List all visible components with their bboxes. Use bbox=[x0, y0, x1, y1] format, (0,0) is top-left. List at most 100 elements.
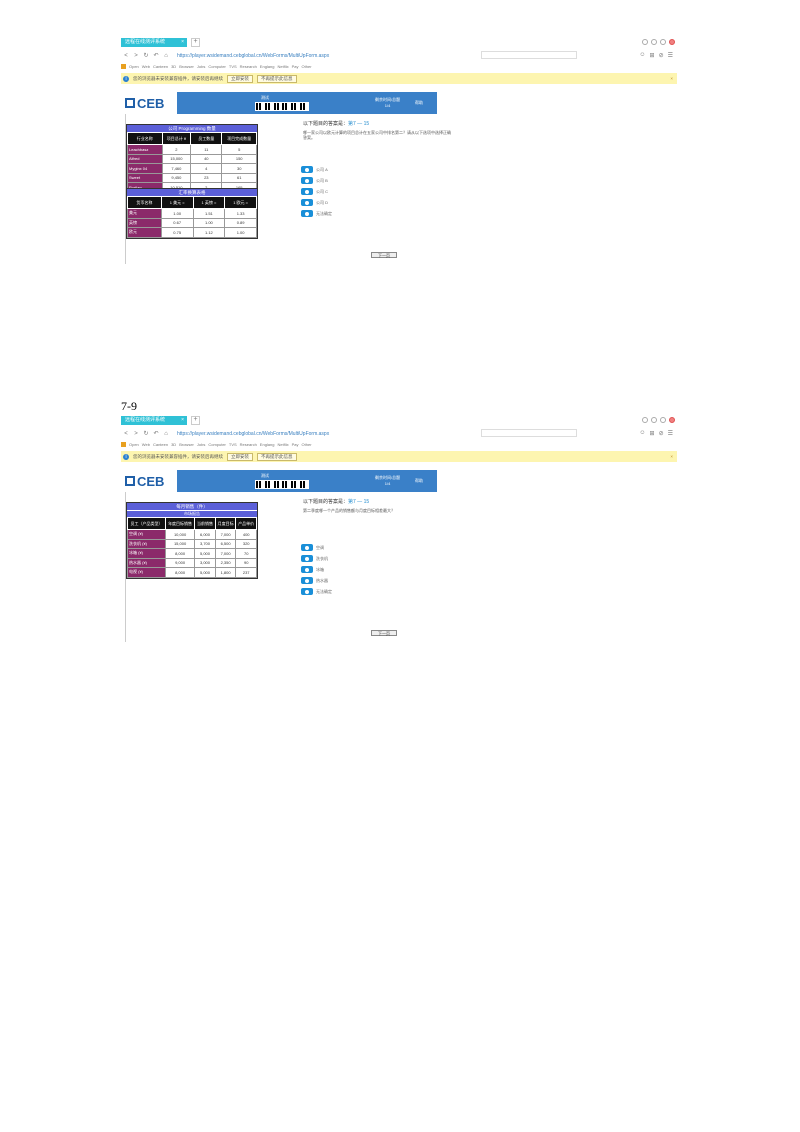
bookmark-item[interactable]: Englang bbox=[260, 442, 275, 447]
close-icon[interactable]: × bbox=[181, 416, 184, 425]
user-icon[interactable]: ☺ bbox=[639, 430, 645, 437]
bookmark-item[interactable]: Netflix bbox=[277, 64, 288, 69]
close-window-icon[interactable] bbox=[669, 39, 675, 45]
install-button[interactable]: 立即安装 bbox=[227, 452, 253, 461]
bookmark-item[interactable]: Englang bbox=[260, 64, 275, 69]
toolbar-icons: ☺ ⊞ ⊘ ☰ bbox=[639, 52, 677, 59]
menu-icon[interactable]: ☰ bbox=[668, 52, 673, 59]
radio-icon[interactable] bbox=[301, 577, 313, 584]
restore-icon[interactable] bbox=[651, 39, 657, 45]
help-link[interactable]: 帮助 bbox=[415, 478, 423, 484]
maximize-icon[interactable] bbox=[660, 417, 666, 423]
refresh-icon[interactable]: ↻ bbox=[141, 430, 151, 437]
next-button[interactable]: 下一页 bbox=[371, 630, 397, 636]
bookmark-item[interactable]: Research bbox=[240, 442, 257, 447]
radio-icon[interactable] bbox=[301, 210, 313, 217]
address-bar[interactable]: https://player.wsidemand.cebglobal.cn/We… bbox=[177, 53, 329, 59]
close-icon[interactable]: × bbox=[670, 454, 677, 459]
bookmark-item[interactable]: Browser bbox=[179, 442, 194, 447]
bookmark-item[interactable]: Open bbox=[129, 64, 139, 69]
forward-icon[interactable]: > bbox=[131, 431, 141, 437]
radio-icon[interactable] bbox=[301, 166, 313, 173]
radio-icon[interactable] bbox=[301, 544, 313, 551]
block-icon[interactable]: ⊘ bbox=[659, 430, 664, 437]
install-button[interactable]: 立即安装 bbox=[227, 74, 253, 83]
table-cell: 9,450 bbox=[161, 172, 192, 183]
bookmark-item[interactable]: 3D bbox=[171, 442, 176, 447]
answer-option[interactable]: 公司 D bbox=[301, 197, 332, 208]
dismiss-button[interactable]: 不再提示此信息 bbox=[257, 452, 297, 461]
bookmark-item[interactable]: Netflix bbox=[277, 442, 288, 447]
search-input[interactable] bbox=[481, 51, 577, 59]
back-icon[interactable]: < bbox=[121, 431, 131, 437]
forward-icon[interactable]: > bbox=[131, 53, 141, 59]
bookmark-item[interactable]: TVS bbox=[229, 442, 237, 447]
answer-option[interactable]: 冰箱 bbox=[301, 564, 332, 575]
user-icon[interactable]: ☺ bbox=[639, 52, 645, 59]
menu-icon[interactable]: ☰ bbox=[668, 430, 673, 437]
minimize-icon[interactable] bbox=[642, 39, 648, 45]
grid-icon[interactable]: ⊞ bbox=[650, 430, 655, 437]
new-tab-icon[interactable]: + bbox=[191, 38, 200, 47]
maximize-icon[interactable] bbox=[660, 39, 666, 45]
minimize-icon[interactable] bbox=[642, 417, 648, 423]
dismiss-button[interactable]: 不再提示此信息 bbox=[257, 74, 297, 83]
answer-option[interactable]: 无法确定 bbox=[301, 208, 332, 219]
table-cell: 3,000 bbox=[194, 557, 216, 568]
back-icon[interactable]: < bbox=[121, 53, 131, 59]
answer-option[interactable]: 热水器 bbox=[301, 575, 332, 586]
search-input[interactable] bbox=[481, 429, 577, 437]
column-header: 1 英镑 = bbox=[192, 196, 226, 209]
tab-bar: 远程在线测评系统 × + bbox=[121, 414, 677, 426]
answer-option[interactable]: 公司 C bbox=[301, 186, 332, 197]
bookmark-item[interactable]: Other bbox=[302, 442, 312, 447]
column-header: 项目总计 ¥ bbox=[161, 132, 192, 145]
bookmark-item[interactable]: Web bbox=[142, 442, 150, 447]
restore-icon[interactable] bbox=[651, 417, 657, 423]
radio-icon[interactable] bbox=[301, 555, 313, 562]
close-window-icon[interactable] bbox=[669, 417, 675, 423]
table-row: 欧元 0.75 1.12 1.00 bbox=[127, 227, 257, 238]
browser-tab[interactable]: 远程在线测评系统 × bbox=[121, 416, 187, 425]
close-icon[interactable]: × bbox=[181, 38, 184, 47]
answer-option[interactable]: 公司 A bbox=[301, 164, 332, 175]
address-bar[interactable]: https://player.wsidemand.cebglobal.cn/We… bbox=[177, 431, 329, 437]
bookmark-item[interactable]: Canteen bbox=[153, 442, 168, 447]
answer-option[interactable]: 公司 B bbox=[301, 175, 332, 186]
next-button[interactable]: 下一页 bbox=[371, 252, 397, 258]
undo-icon[interactable]: ↶ bbox=[151, 52, 161, 59]
table-cell: 1.12 bbox=[192, 227, 226, 238]
browser-tab[interactable]: 远程在线测评系统 × bbox=[121, 38, 187, 47]
answer-option[interactable]: 空调 bbox=[301, 542, 332, 553]
radio-icon[interactable] bbox=[301, 588, 313, 595]
radio-icon[interactable] bbox=[301, 177, 313, 184]
bookmark-item[interactable]: Web bbox=[142, 64, 150, 69]
bookmark-item[interactable]: Canteen bbox=[153, 64, 168, 69]
bookmark-item[interactable]: Research bbox=[240, 64, 257, 69]
home-icon[interactable]: ⌂ bbox=[161, 53, 171, 59]
refresh-icon[interactable]: ↻ bbox=[141, 52, 151, 59]
home-icon[interactable]: ⌂ bbox=[161, 431, 171, 437]
bookmark-item[interactable]: Computer bbox=[208, 64, 226, 69]
grid-icon[interactable]: ⊞ bbox=[650, 52, 655, 59]
new-tab-icon[interactable]: + bbox=[191, 416, 200, 425]
bookmark-item[interactable]: Computer bbox=[208, 442, 226, 447]
radio-icon[interactable] bbox=[301, 199, 313, 206]
bookmark-item[interactable]: Browser bbox=[179, 64, 194, 69]
bookmark-item[interactable]: 3D bbox=[171, 64, 176, 69]
bookmark-item[interactable]: Other bbox=[302, 64, 312, 69]
radio-icon[interactable] bbox=[301, 188, 313, 195]
bookmark-item[interactable]: Open bbox=[129, 442, 139, 447]
undo-icon[interactable]: ↶ bbox=[151, 430, 161, 437]
radio-icon[interactable] bbox=[301, 566, 313, 573]
block-icon[interactable]: ⊘ bbox=[659, 52, 664, 59]
bookmark-item[interactable]: Pay bbox=[292, 64, 299, 69]
answer-option[interactable]: 洗衣机 bbox=[301, 553, 332, 564]
bookmark-item[interactable]: Jobs bbox=[197, 64, 205, 69]
bookmark-item[interactable]: TVS bbox=[229, 64, 237, 69]
bookmark-item[interactable]: Pay bbox=[292, 442, 299, 447]
bookmark-item[interactable]: Jobs bbox=[197, 442, 205, 447]
close-icon[interactable]: × bbox=[670, 76, 677, 81]
answer-option[interactable]: 无法确定 bbox=[301, 586, 332, 597]
help-link[interactable]: 帮助 bbox=[415, 100, 423, 106]
